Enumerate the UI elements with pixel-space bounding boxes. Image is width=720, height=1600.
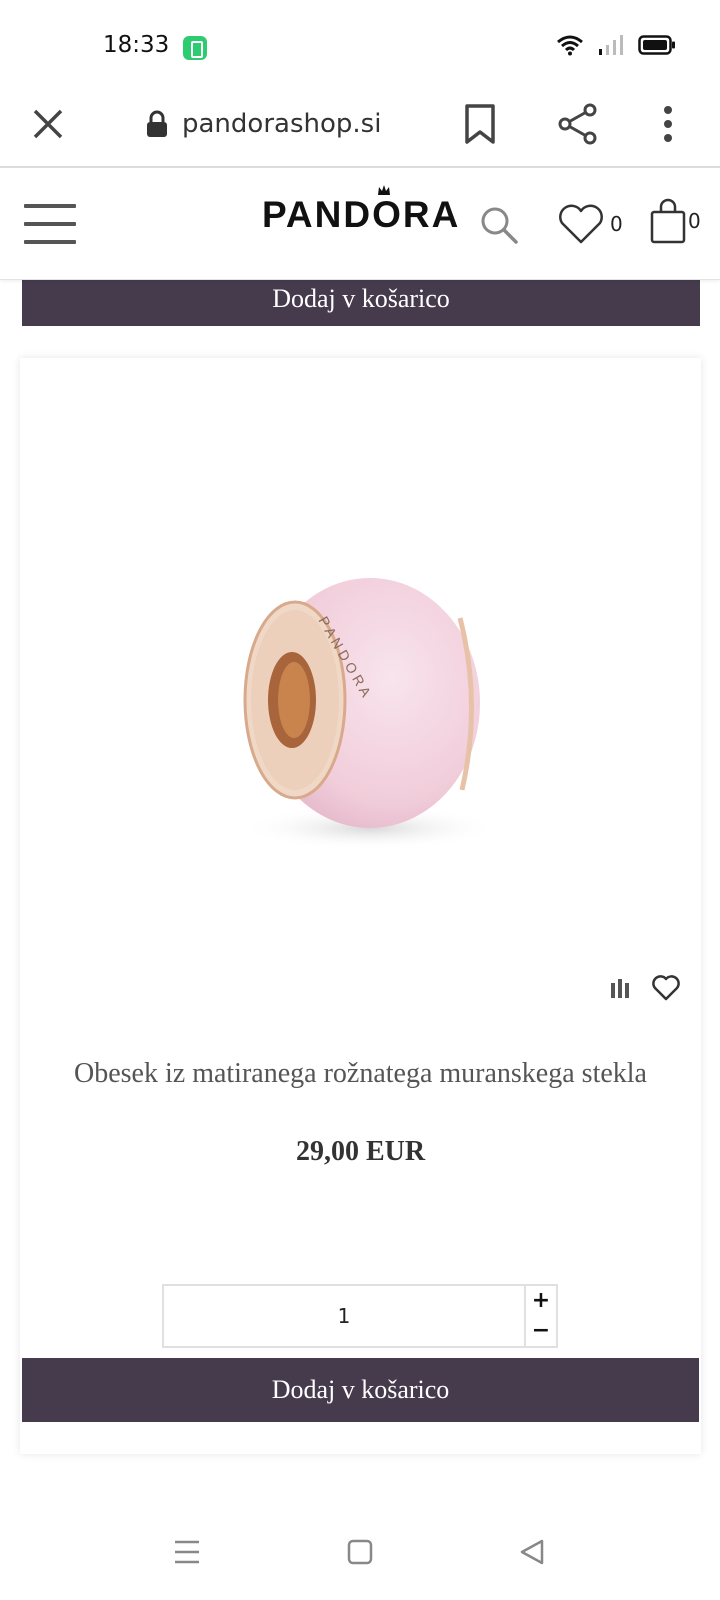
battery-saver-icon — [183, 36, 207, 60]
status-time: 18:33 — [103, 32, 170, 58]
crown-icon — [378, 185, 390, 195]
compare-icon[interactable] — [609, 977, 631, 999]
close-icon — [33, 109, 63, 139]
close-tab-button[interactable] — [28, 104, 68, 144]
browser-toolbar: pandorashop.si — [0, 96, 720, 168]
product-title[interactable]: Obesek iz matiranega rožnatega muranskeg… — [20, 1058, 701, 1090]
product-image[interactable]: P A N D O R A — [220, 528, 520, 878]
cart-button[interactable]: 0 — [650, 198, 701, 244]
status-icons — [556, 34, 676, 56]
shopping-bag-icon — [650, 198, 686, 244]
quantity-stepper: 1 + − — [162, 1284, 558, 1348]
heart-icon — [559, 204, 603, 244]
site-header: PANDORA 0 0 — [0, 170, 720, 280]
search-icon — [481, 207, 518, 244]
more-vert-icon — [664, 106, 672, 142]
share-icon — [558, 103, 597, 145]
browser-menu-button[interactable] — [656, 102, 680, 146]
share-button[interactable] — [556, 102, 600, 146]
address-bar[interactable]: pandorashop.si — [146, 104, 381, 144]
quantity-input[interactable]: 1 — [164, 1286, 526, 1346]
cart-count: 0 — [688, 209, 701, 233]
add-to-wishlist-icon[interactable] — [651, 974, 681, 1002]
home-icon[interactable] — [346, 1538, 374, 1566]
battery-icon — [638, 35, 675, 55]
bookmark-icon — [465, 104, 495, 144]
add-to-cart-button[interactable]: Dodaj v košarico — [22, 1358, 699, 1422]
recent-apps-icon[interactable] — [174, 1538, 200, 1566]
system-nav-bar — [0, 1530, 720, 1600]
lock-icon — [147, 110, 167, 137]
wishlist-count: 0 — [610, 212, 623, 236]
brand-logo[interactable]: PANDORA — [262, 194, 460, 236]
url-text: pandorashop.si — [182, 109, 382, 139]
product-actions — [609, 974, 681, 1002]
status-bar: 18:33 — [0, 0, 720, 96]
back-icon[interactable] — [518, 1538, 546, 1566]
menu-icon[interactable] — [24, 204, 76, 248]
product-price: 29,00 EUR — [295, 1136, 426, 1167]
quantity-decrease-button[interactable]: − — [526, 1316, 556, 1346]
signal-icon — [599, 35, 623, 55]
bookmark-button[interactable] — [462, 102, 498, 146]
product-card: P A N D O R A Obesek iz matiranega rožna… — [20, 358, 701, 1454]
search-button[interactable] — [478, 204, 522, 248]
quantity-buttons: + − — [526, 1286, 556, 1346]
wishlist-button[interactable]: 0 — [556, 202, 623, 246]
quantity-increase-button[interactable]: + — [526, 1286, 556, 1316]
wifi-icon — [557, 35, 583, 56]
